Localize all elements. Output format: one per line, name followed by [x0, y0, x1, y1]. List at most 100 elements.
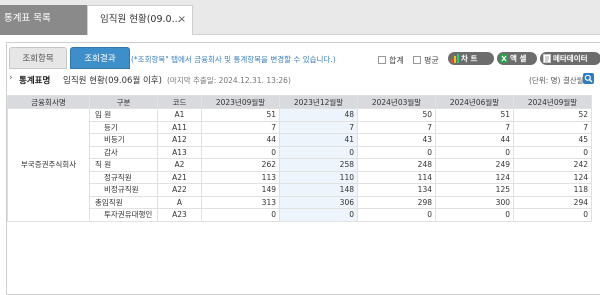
table-row[interactable]: 비정규직원 A22 149 148 134 125 118 — [8, 183, 592, 197]
checkbox-box[interactable] — [413, 56, 421, 64]
value-cell: 258 — [279, 158, 358, 172]
category-cell: 비등기 — [89, 133, 158, 147]
value-cell: 148 — [279, 183, 358, 197]
value-cell: 44 — [435, 133, 514, 147]
close-icon[interactable]: × — [178, 6, 186, 34]
metadata-button[interactable]: 메타데이터 — [540, 52, 600, 65]
category-cell: 투자권유대행인 — [89, 208, 158, 222]
value-cell: 110 — [279, 170, 358, 184]
chevron-right-icon: › — [9, 73, 13, 83]
table-title-name: 임직원 현황(09.06월 이후) — [63, 76, 162, 86]
value-cell: 41 — [279, 133, 358, 147]
table-row[interactable]: 비등기 A12 44 41 43 44 45 — [8, 133, 592, 147]
category-cell: 직 원 — [89, 158, 158, 172]
hint-text: (*조회항목" 탭에서 금융회사 및 통계항목을 변경할 수 있습니다.) — [131, 55, 336, 64]
code-cell: A23 — [157, 208, 202, 222]
header-2023-12[interactable]: 2023년12월말 — [279, 95, 358, 109]
result-panel: 조회항목 조회결과 (*조회항목" 탭에서 금융회사 및 통계항목을 변경할 수… — [6, 42, 600, 295]
table-row[interactable]: 투자권유대행인 A23 0 0 0 0 0 — [8, 208, 592, 222]
value-cell: 0 — [279, 145, 358, 159]
checkbox-box[interactable] — [378, 56, 386, 64]
code-cell: A13 — [157, 145, 202, 159]
value-cell: 125 — [435, 183, 514, 197]
excel-button[interactable]: 액 셀 — [497, 52, 537, 65]
value-cell: 51 — [201, 108, 280, 122]
document-icon — [543, 54, 551, 63]
header-2024-06[interactable]: 2024년06월말 — [435, 95, 514, 109]
value-cell: 7 — [357, 120, 436, 134]
value-cell: 249 — [435, 158, 514, 172]
code-cell: A12 — [157, 133, 202, 147]
table-row[interactable]: 총임직원 A 313 306 298 300 294 — [8, 195, 592, 209]
code-cell: A21 — [157, 170, 202, 184]
value-cell: 313 — [201, 195, 280, 209]
table-row[interactable]: 직 원 A2 262 258 248 249 242 — [8, 158, 592, 172]
excel-button-label: 액 셀 — [510, 54, 527, 63]
value-cell: 248 — [357, 158, 436, 172]
value-cell: 52 — [513, 108, 592, 122]
value-cell: 43 — [357, 133, 436, 147]
extract-date: (마지막 추출일: 2024.12.31. 13:26) — [167, 76, 291, 85]
table-row[interactable]: 감사 A13 0 0 0 0 0 — [8, 145, 592, 159]
header-2023-09[interactable]: 2023년09월말 — [201, 95, 280, 109]
average-checkbox[interactable]: 평균 — [413, 55, 439, 66]
value-cell: 0 — [279, 208, 358, 222]
value-cell: 44 — [201, 133, 280, 147]
value-cell: 7 — [435, 120, 514, 134]
table-title-label: 통계표명 — [19, 76, 51, 86]
value-cell: 242 — [513, 158, 592, 172]
table-row[interactable]: 정규직원 A21 113 110 114 124 124 — [8, 170, 592, 184]
tab-query-items[interactable]: 조회항목 — [9, 47, 67, 69]
category-cell: 총임직원 — [89, 195, 158, 209]
header-2024-09[interactable]: 2024년09월말 — [513, 95, 592, 109]
value-cell: 149 — [201, 183, 280, 197]
header-category[interactable]: 구분 — [89, 95, 158, 109]
category-cell: 정규직원 — [89, 170, 158, 184]
tab-employee-status-label: 임직원 현황(09.0... — [100, 14, 181, 25]
search-icon[interactable] — [583, 73, 594, 84]
chart-icon — [451, 54, 459, 63]
header-2024-03[interactable]: 2024년03월말 — [357, 95, 436, 109]
value-cell: 0 — [435, 208, 514, 222]
code-cell: A1 — [157, 108, 202, 122]
value-cell: 48 — [279, 108, 358, 122]
table-row[interactable]: 부국증권주식회사 임 원 A1 51 48 50 51 52 — [7, 108, 592, 222]
value-cell: 298 — [357, 195, 436, 209]
unit-label: (단위: 명) 결산월 — [529, 76, 584, 85]
metadata-button-label: 메타데이터 — [553, 54, 588, 63]
tab-stat-list[interactable]: 통계표 목록 — [0, 5, 87, 35]
header-corp[interactable]: 금융회사명 — [7, 95, 90, 109]
header-code[interactable]: 코드 — [157, 95, 202, 109]
data-table: 금융회사명 구분 코드 2023년09월말 2023년12월말 2024년03월… — [7, 95, 592, 222]
corp-name-cell: 부국증권주식회사 — [7, 108, 90, 222]
category-cell: 임 원 — [89, 108, 158, 122]
value-cell: 0 — [513, 145, 592, 159]
value-cell: 0 — [357, 208, 436, 222]
value-cell: 306 — [279, 195, 358, 209]
tab-query-results[interactable]: 조회결과 — [70, 47, 130, 69]
table-title-row: › 통계표명 임직원 현황(09.06월 이후) (마지막 추출일: 2024.… — [7, 71, 600, 87]
value-cell: 0 — [201, 145, 280, 159]
category-cell: 등기 — [89, 120, 158, 134]
value-cell: 50 — [357, 108, 436, 122]
value-cell: 262 — [201, 158, 280, 172]
table-row[interactable]: 등기 A11 7 7 7 7 7 — [8, 120, 592, 134]
code-cell: A22 — [157, 183, 202, 197]
value-cell: 118 — [513, 183, 592, 197]
category-cell: 감사 — [89, 145, 158, 159]
sum-checkbox[interactable]: 합계 — [378, 55, 404, 66]
category-cell: 비정규직원 — [89, 183, 158, 197]
chart-button[interactable]: 차 트 — [448, 52, 494, 65]
sum-label: 합계 — [389, 56, 404, 65]
value-cell: 51 — [435, 108, 514, 122]
value-cell: 134 — [357, 183, 436, 197]
value-cell: 124 — [435, 170, 514, 184]
value-cell: 0 — [201, 208, 280, 222]
code-cell: A11 — [157, 120, 202, 134]
value-cell: 0 — [357, 145, 436, 159]
value-cell: 294 — [513, 195, 592, 209]
tab-employee-status[interactable]: 임직원 현황(09.0... × — [87, 5, 193, 35]
value-cell: 7 — [279, 120, 358, 134]
value-cell: 0 — [435, 145, 514, 159]
value-cell: 300 — [435, 195, 514, 209]
